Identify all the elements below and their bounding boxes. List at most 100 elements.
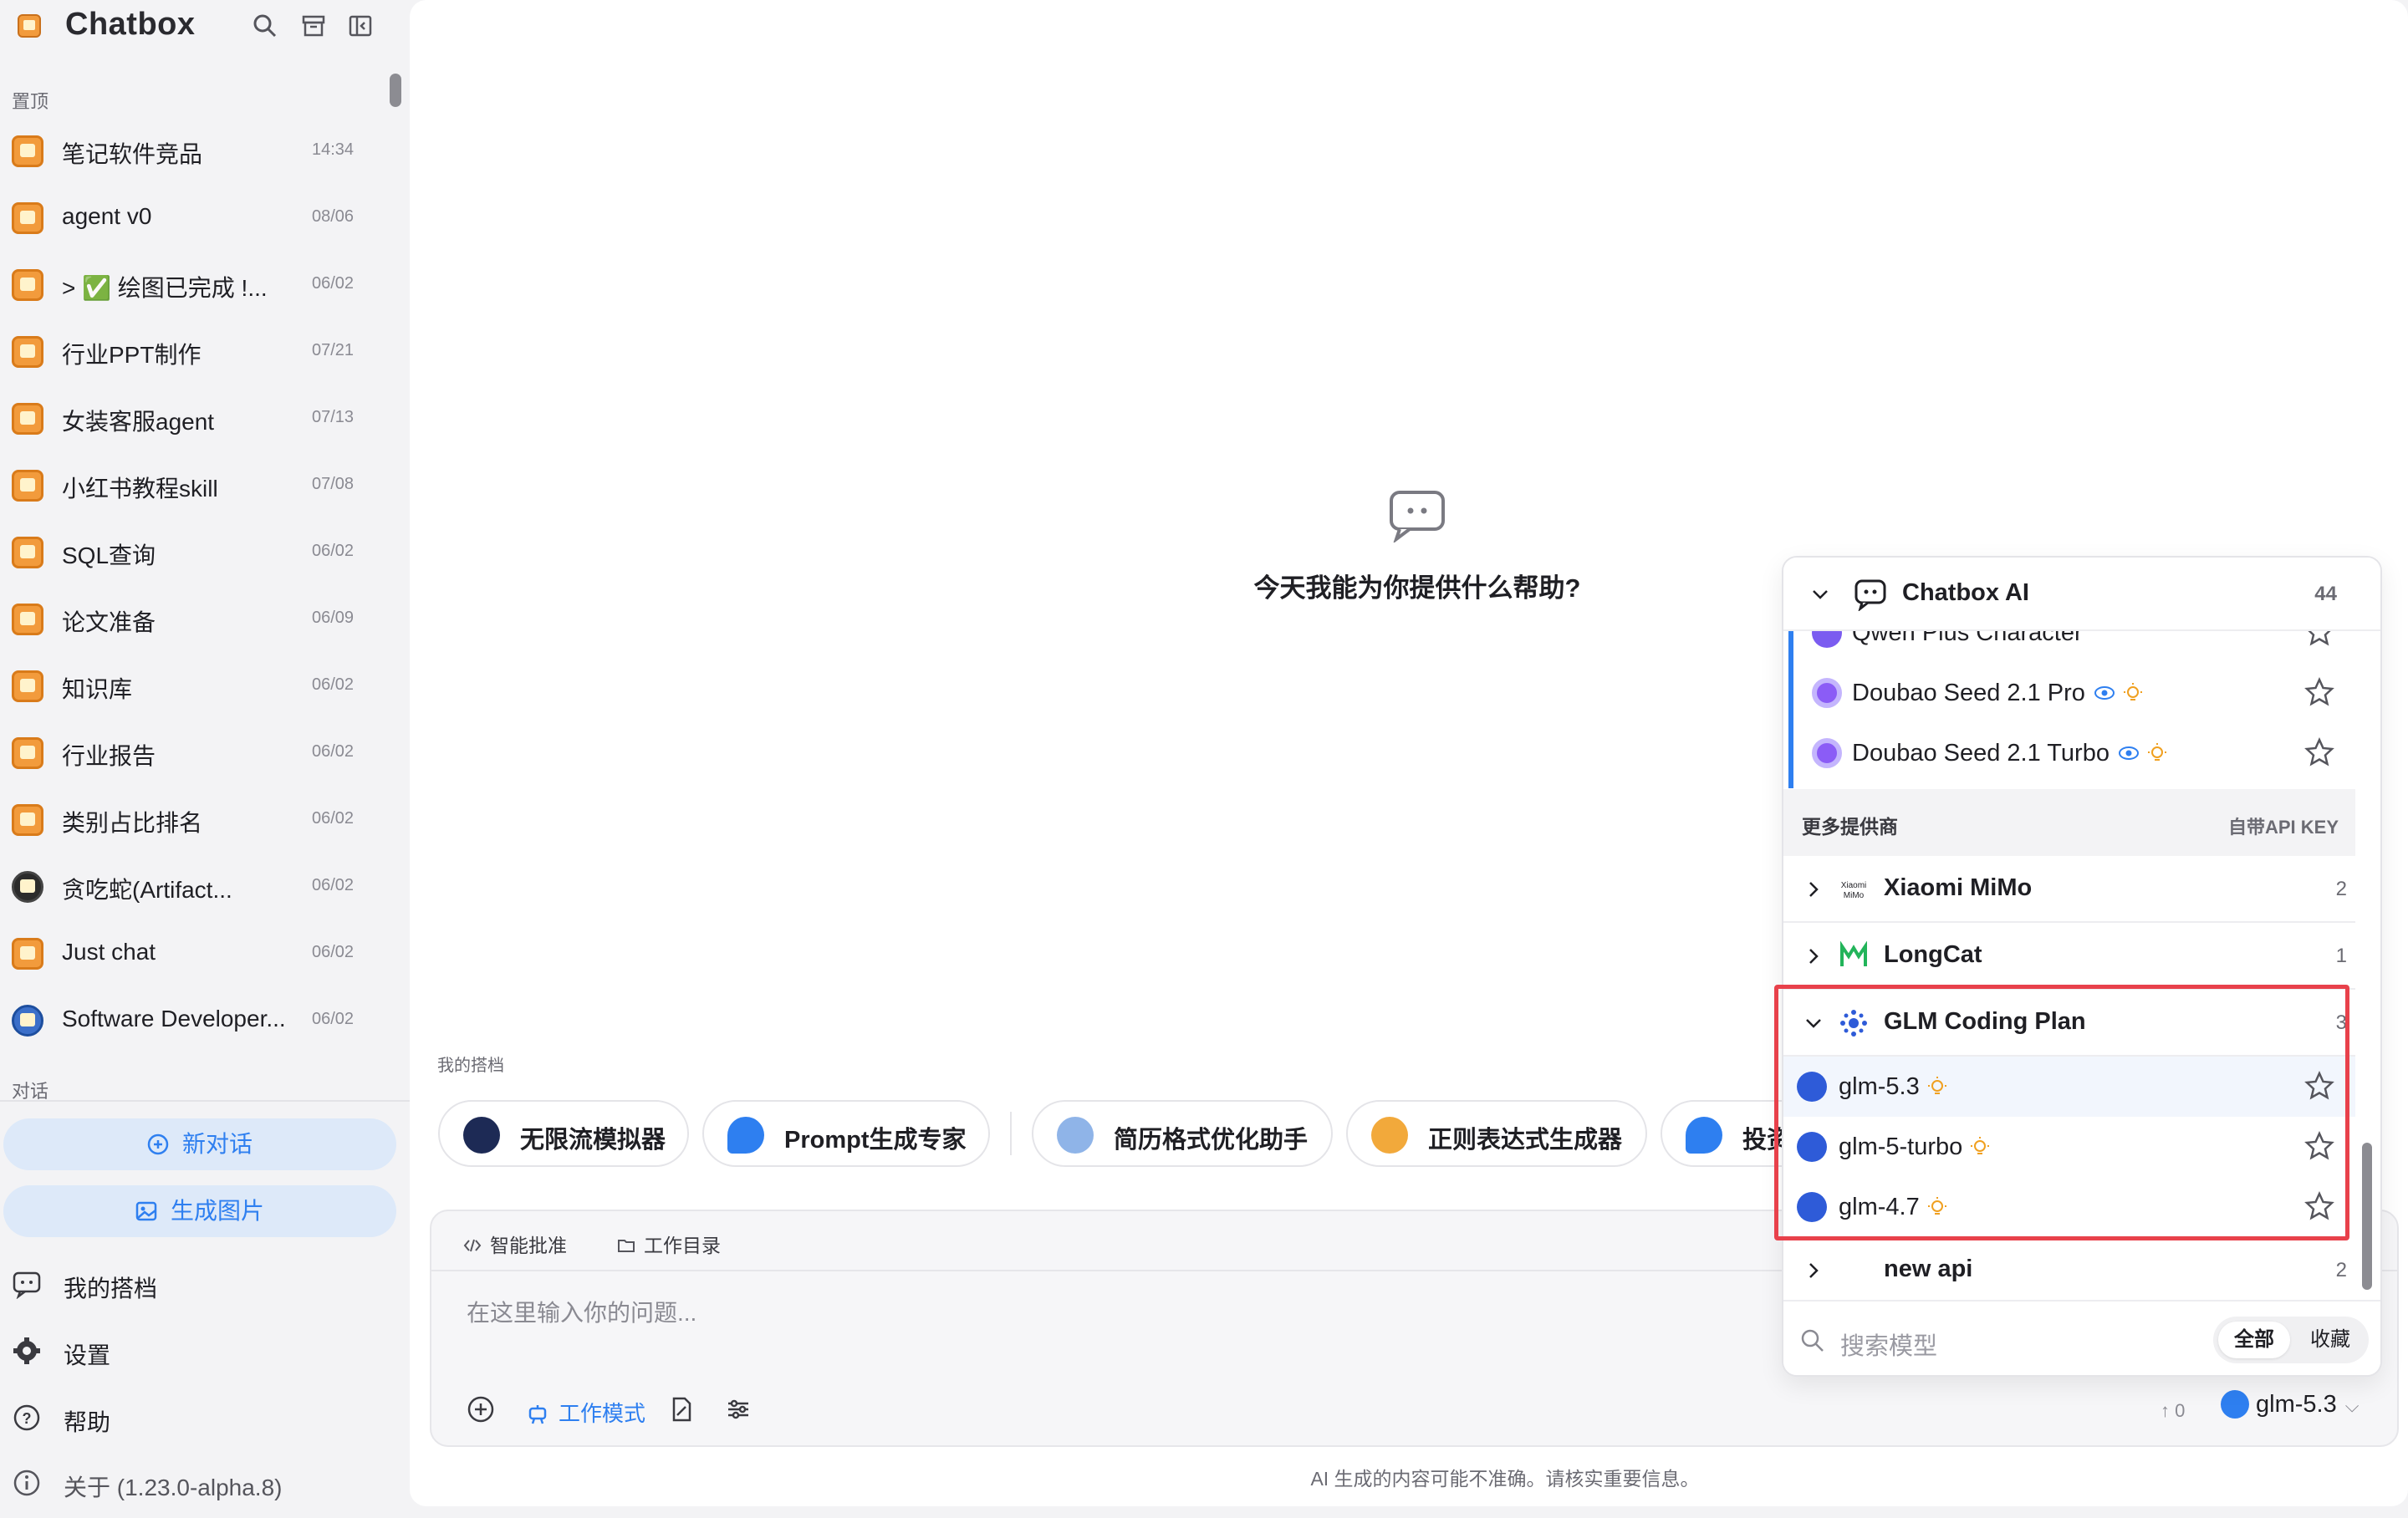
settings-sliders-icon[interactable] — [724, 1395, 752, 1424]
generate-image-button[interactable]: 生成图片 — [3, 1185, 396, 1237]
dropdown-scrollbar[interactable] — [2362, 1143, 2372, 1290]
svg-text:MiMo: MiMo — [1844, 891, 1865, 900]
chevron-right-icon — [1809, 882, 1819, 897]
provider-row-xiaomi[interactable]: Xiaomi MiMo Xiaomi MiMo 2 — [1783, 856, 2355, 923]
chat-time: 06/02 — [312, 809, 355, 828]
chat-item[interactable]: 笔记软件竞品 14:34 — [0, 119, 376, 179]
chat-item[interactable]: Just chat 06/02 — [0, 921, 376, 981]
chat-item[interactable]: > ✅ 绘图已完成 !... 06/02 — [0, 252, 376, 313]
nav-label: 我的搭档 — [64, 1276, 158, 1302]
help-icon: ? — [13, 1404, 40, 1431]
chat-bubble-icon — [1854, 579, 1886, 611]
chat-title: 类别占比排名 — [62, 810, 203, 836]
partner-avatar — [463, 1117, 500, 1154]
partner-chip[interactable]: Prompt生成专家 — [702, 1100, 990, 1167]
more-providers-label: 更多提供商 — [1802, 816, 1898, 838]
model-row[interactable]: Doubao Seed 2.1 Pro — [1783, 663, 2380, 723]
model-name-text: Doubao Seed 2.1 Pro — [1852, 680, 2085, 706]
partner-chip[interactable]: 正则表达式生成器 — [1346, 1100, 1647, 1167]
chat-avatar — [12, 670, 43, 702]
partner-avatar — [1371, 1117, 1408, 1154]
work-dir-button[interactable]: 工作目录 — [617, 1230, 721, 1258]
provider-row-new-api[interactable]: new api 2 — [1783, 1237, 2355, 1304]
chat-item[interactable]: 小红书教程skill 07/08 — [0, 453, 376, 513]
chat-time: 06/02 — [312, 943, 355, 961]
chat-time: 06/02 — [312, 542, 355, 560]
document-icon[interactable] — [667, 1395, 696, 1424]
nav-settings[interactable]: 设置 — [12, 1331, 263, 1373]
chat-item[interactable]: 知识库 06/02 — [0, 654, 376, 714]
work-dir-label: 工作目录 — [644, 1235, 721, 1256]
model-logo-icon — [2221, 1390, 2249, 1419]
partner-label: Prompt生成专家 — [784, 1127, 967, 1154]
nav-label: 设置 — [64, 1342, 111, 1368]
chat-time: 06/02 — [312, 876, 355, 894]
collapse-sidebar-icon[interactable] — [346, 12, 375, 40]
chat-avatar — [12, 1005, 43, 1037]
chat-title: SQL查询 — [62, 543, 156, 568]
provider-row-longcat[interactable]: LongCat 1 — [1783, 923, 2355, 990]
chatbox-logo-icon — [18, 14, 41, 38]
chat-item[interactable]: 论文准备 06/09 — [0, 587, 376, 647]
reasoning-icon — [2147, 743, 2166, 761]
chat-item[interactable]: 类别占比排名 06/02 — [0, 787, 376, 848]
filter-favorites-button[interactable]: 收藏 — [2297, 1322, 2364, 1358]
chevron-right-icon — [1809, 1263, 1819, 1278]
chat-avatar — [12, 135, 43, 167]
search-icon[interactable] — [251, 12, 279, 40]
auto-approve-toggle[interactable]: 智能批准 — [463, 1230, 567, 1258]
work-mode-button[interactable]: 工作模式 — [527, 1397, 645, 1428]
chat-title: 行业报告 — [62, 743, 156, 769]
chevron-right-icon — [1809, 949, 1819, 964]
chat-avatar — [12, 537, 43, 568]
partners-label: 我的搭档 — [437, 1057, 504, 1075]
nav-label: 帮助 — [64, 1409, 111, 1435]
chip-separator — [1010, 1112, 1012, 1155]
nav-about[interactable]: 关于 (1.23.0-alpha.8) — [12, 1463, 346, 1505]
chat-item[interactable]: 贪吃蛇(Artifact... 06/02 — [0, 854, 376, 914]
chat-title: > ✅ 绘图已完成 !... — [62, 275, 268, 301]
folder-icon — [618, 1240, 635, 1252]
doubao-icon — [1812, 678, 1842, 708]
filter-all-button[interactable]: 全部 — [2218, 1322, 2290, 1358]
add-attachment-icon[interactable] — [467, 1395, 495, 1424]
ai-disclaimer: AI 生成的内容可能不准确。请核实重要信息。 — [1310, 1468, 1700, 1490]
app-title: Chatbox — [65, 7, 196, 42]
token-counter: ↑ 0 — [2161, 1400, 2186, 1421]
model-row[interactable]: Doubao Seed 2.1 Turbo — [1783, 723, 2380, 783]
nav-label: 关于 (1.23.0-alpha.8) — [64, 1475, 283, 1500]
chat-item[interactable]: 行业报告 06/02 — [0, 721, 376, 781]
chat-time: 06/02 — [312, 675, 355, 694]
partner-label: 无限流模拟器 — [520, 1127, 666, 1154]
sidebar-scrollbar[interactable] — [390, 74, 401, 107]
message-input[interactable]: 在这里输入你的问题... — [467, 1295, 696, 1328]
chat-item[interactable]: 女装客服agent 07/13 — [0, 386, 376, 446]
sidebar: Chatbox 置顶 笔记软件竞品 14:34 agent v0 08/06 > ✅… — [0, 0, 410, 1518]
star-icon[interactable] — [2303, 676, 2335, 708]
model-search-input[interactable]: 搜索模型 — [1840, 1327, 1937, 1362]
chat-avatar — [12, 871, 43, 903]
provider-name: new api — [1884, 1256, 1973, 1282]
chat-item[interactable]: 行业PPT制作 07/21 — [0, 319, 376, 380]
chat-item[interactable]: Software Developer... 06/02 — [0, 988, 376, 1048]
provider-header[interactable]: Chatbox AI 44 — [1783, 558, 2380, 631]
partner-avatar — [1057, 1117, 1094, 1154]
new-chat-button[interactable]: 新对话 — [3, 1118, 396, 1170]
partner-chip[interactable]: 无限流模拟器 — [438, 1100, 689, 1167]
chat-time: 06/09 — [312, 609, 355, 627]
robot-icon — [528, 1405, 547, 1424]
chat-item[interactable]: SQL查询 06/02 — [0, 520, 376, 580]
nav-help[interactable]: ? 帮助 — [12, 1398, 263, 1439]
chat-avatar — [12, 604, 43, 635]
chat-item[interactable]: agent v0 08/06 — [0, 186, 376, 246]
model-selector[interactable]: glm-5.3 ⌵ — [2221, 1390, 2359, 1427]
star-icon[interactable] — [2303, 736, 2335, 768]
chat-avatar — [12, 938, 43, 970]
reasoning-icon — [2123, 683, 2142, 700]
archive-icon[interactable] — [299, 12, 328, 40]
search-icon — [1801, 1329, 1824, 1352]
partner-avatar — [1686, 1117, 1722, 1154]
partner-chip[interactable]: 简历格式优化助手 — [1032, 1100, 1333, 1167]
partner-avatar — [727, 1117, 764, 1154]
nav-my-partners[interactable]: 我的搭档 — [12, 1264, 263, 1306]
